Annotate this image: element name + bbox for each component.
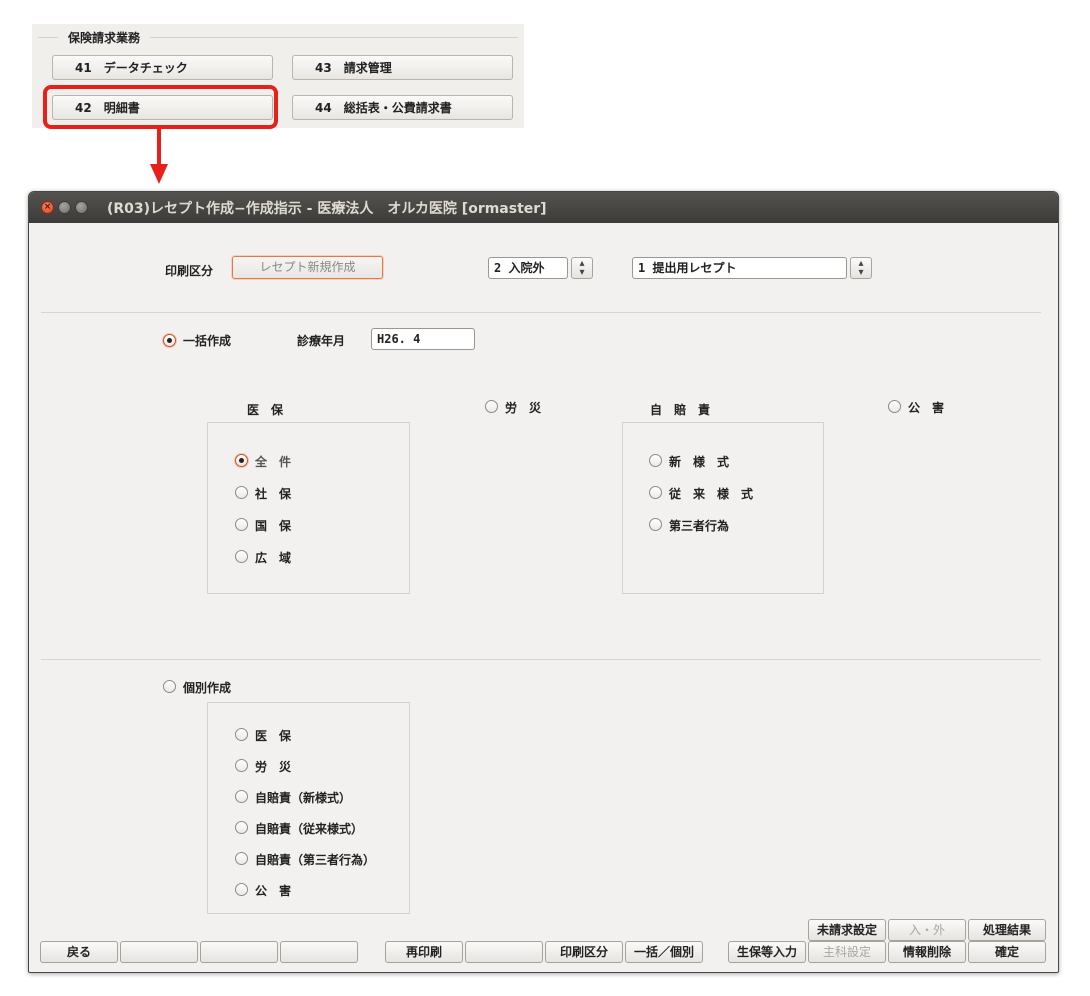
individual-iho-radio[interactable] (235, 728, 248, 741)
iho-kokuho-radio[interactable] (235, 518, 248, 531)
rousai-radio[interactable] (485, 400, 498, 413)
receipt-creation-window: × (R03)レセプト作成−作成指示 - 医療法人 オルカ医院 [ormaste… (28, 191, 1059, 973)
close-icon[interactable]: × (41, 201, 54, 214)
bulk-create-label: 一括作成 (183, 334, 232, 348)
individual-option-label: 自賠責（第三者行為） (255, 853, 376, 867)
jibai-old-radio[interactable] (649, 486, 662, 499)
process-result-button[interactable]: 処理結果 (968, 919, 1046, 941)
iho-option-label: 全 件 (255, 455, 292, 469)
fkey-blank-button[interactable] (465, 941, 543, 963)
iho-all-radio[interactable] (235, 454, 248, 467)
individual-create-radio[interactable] (163, 680, 176, 693)
iho-shaho-radio[interactable] (235, 486, 248, 499)
jibai-options-box (622, 422, 824, 594)
individual-option-label: 医 保 (255, 729, 292, 743)
confirm-button[interactable]: 確定 (968, 941, 1046, 963)
fkey-blank-button[interactable] (200, 941, 278, 963)
receipt-type-select[interactable]: 1 提出用レセプト (632, 257, 847, 279)
individual-option-label: 公 害 (255, 884, 292, 898)
shuka-setting-button[interactable]: 主科設定 (808, 941, 886, 963)
individual-option-label: 労 災 (255, 760, 292, 774)
iho-option-label: 広 域 (255, 551, 292, 565)
shinryo-month-input[interactable]: H26. 4 (371, 328, 475, 350)
iho-options-box (207, 422, 410, 594)
in-out-button[interactable]: 入・外 (888, 919, 966, 941)
individual-create-label: 個別作成 (183, 681, 232, 695)
rousai-label: 労 災 (505, 401, 542, 415)
individual-option-label: 自賠責（従来様式） (255, 822, 364, 836)
separator (41, 312, 1041, 313)
menu-group-title: 保険請求業務 (58, 29, 151, 46)
jibai-option-label: 従 来 様 式 (669, 487, 754, 501)
print-kubun-button[interactable]: 印刷区分 (545, 941, 623, 963)
iho-label: 医 保 (247, 403, 284, 417)
shinryo-month-label: 診療年月 (297, 334, 346, 348)
individual-option-label: 自賠責（新様式） (255, 791, 352, 805)
highlight-frame (43, 85, 278, 129)
iho-option-label: 国 保 (255, 519, 292, 533)
jibai-new-radio[interactable] (649, 454, 662, 467)
jibai-third-party-radio[interactable] (649, 518, 662, 531)
iho-kouiki-radio[interactable] (235, 550, 248, 563)
jibai-option-label: 第三者行為 (669, 519, 730, 533)
unbilled-setting-button[interactable]: 未請求設定 (808, 919, 886, 941)
receipt-type-spin-icon[interactable]: ▴ ▾ (850, 257, 872, 279)
fkey-blank-button[interactable] (280, 941, 358, 963)
kougai-label: 公 害 (908, 401, 945, 415)
print-kubun-label: 印刷区分 (165, 264, 214, 278)
billing-management-button[interactable]: 43 請求管理 (292, 55, 513, 80)
individual-jibai-old-radio[interactable] (235, 821, 248, 834)
back-button[interactable]: 戻る (40, 941, 118, 963)
window-titlebar[interactable]: × (R03)レセプト作成−作成指示 - 医療法人 オルカ医院 [ormaste… (29, 192, 1058, 223)
jibai-label: 自 賠 責 (650, 403, 711, 417)
individual-jibai-new-radio[interactable] (235, 790, 248, 803)
individual-jibai-third-radio[interactable] (235, 852, 248, 865)
receipt-new-create-button[interactable]: レセプト新規作成 (232, 256, 383, 279)
kougai-radio[interactable] (888, 400, 901, 413)
inout-select[interactable]: 2 入院外 (488, 257, 568, 279)
jibai-option-label: 新 様 式 (669, 455, 730, 469)
inout-spin-icon[interactable]: ▴ ▾ (571, 257, 593, 279)
maximize-icon[interactable] (75, 201, 88, 214)
info-delete-button[interactable]: 情報削除 (888, 941, 966, 963)
data-check-button[interactable]: 41 データチェック (52, 55, 273, 80)
individual-kougai-radio[interactable] (235, 883, 248, 896)
bulk-individual-button[interactable]: 一括／個別 (625, 941, 703, 963)
separator (41, 659, 1041, 660)
iho-option-label: 社 保 (255, 487, 292, 501)
fkey-blank-button[interactable] (120, 941, 198, 963)
summary-public-expense-button[interactable]: 44 総括表・公費請求書 (292, 95, 513, 120)
individual-rousai-radio[interactable] (235, 759, 248, 772)
bulk-create-radio[interactable] (163, 334, 176, 347)
seiho-input-button[interactable]: 生保等入力 (728, 941, 806, 963)
reprint-button[interactable]: 再印刷 (385, 941, 463, 963)
arrow-line (157, 128, 161, 166)
arrow-down-icon (150, 164, 168, 184)
window-title: (R03)レセプト作成−作成指示 - 医療法人 オルカ医院 [ormaster] (107, 201, 547, 217)
minimize-icon[interactable] (58, 201, 71, 214)
